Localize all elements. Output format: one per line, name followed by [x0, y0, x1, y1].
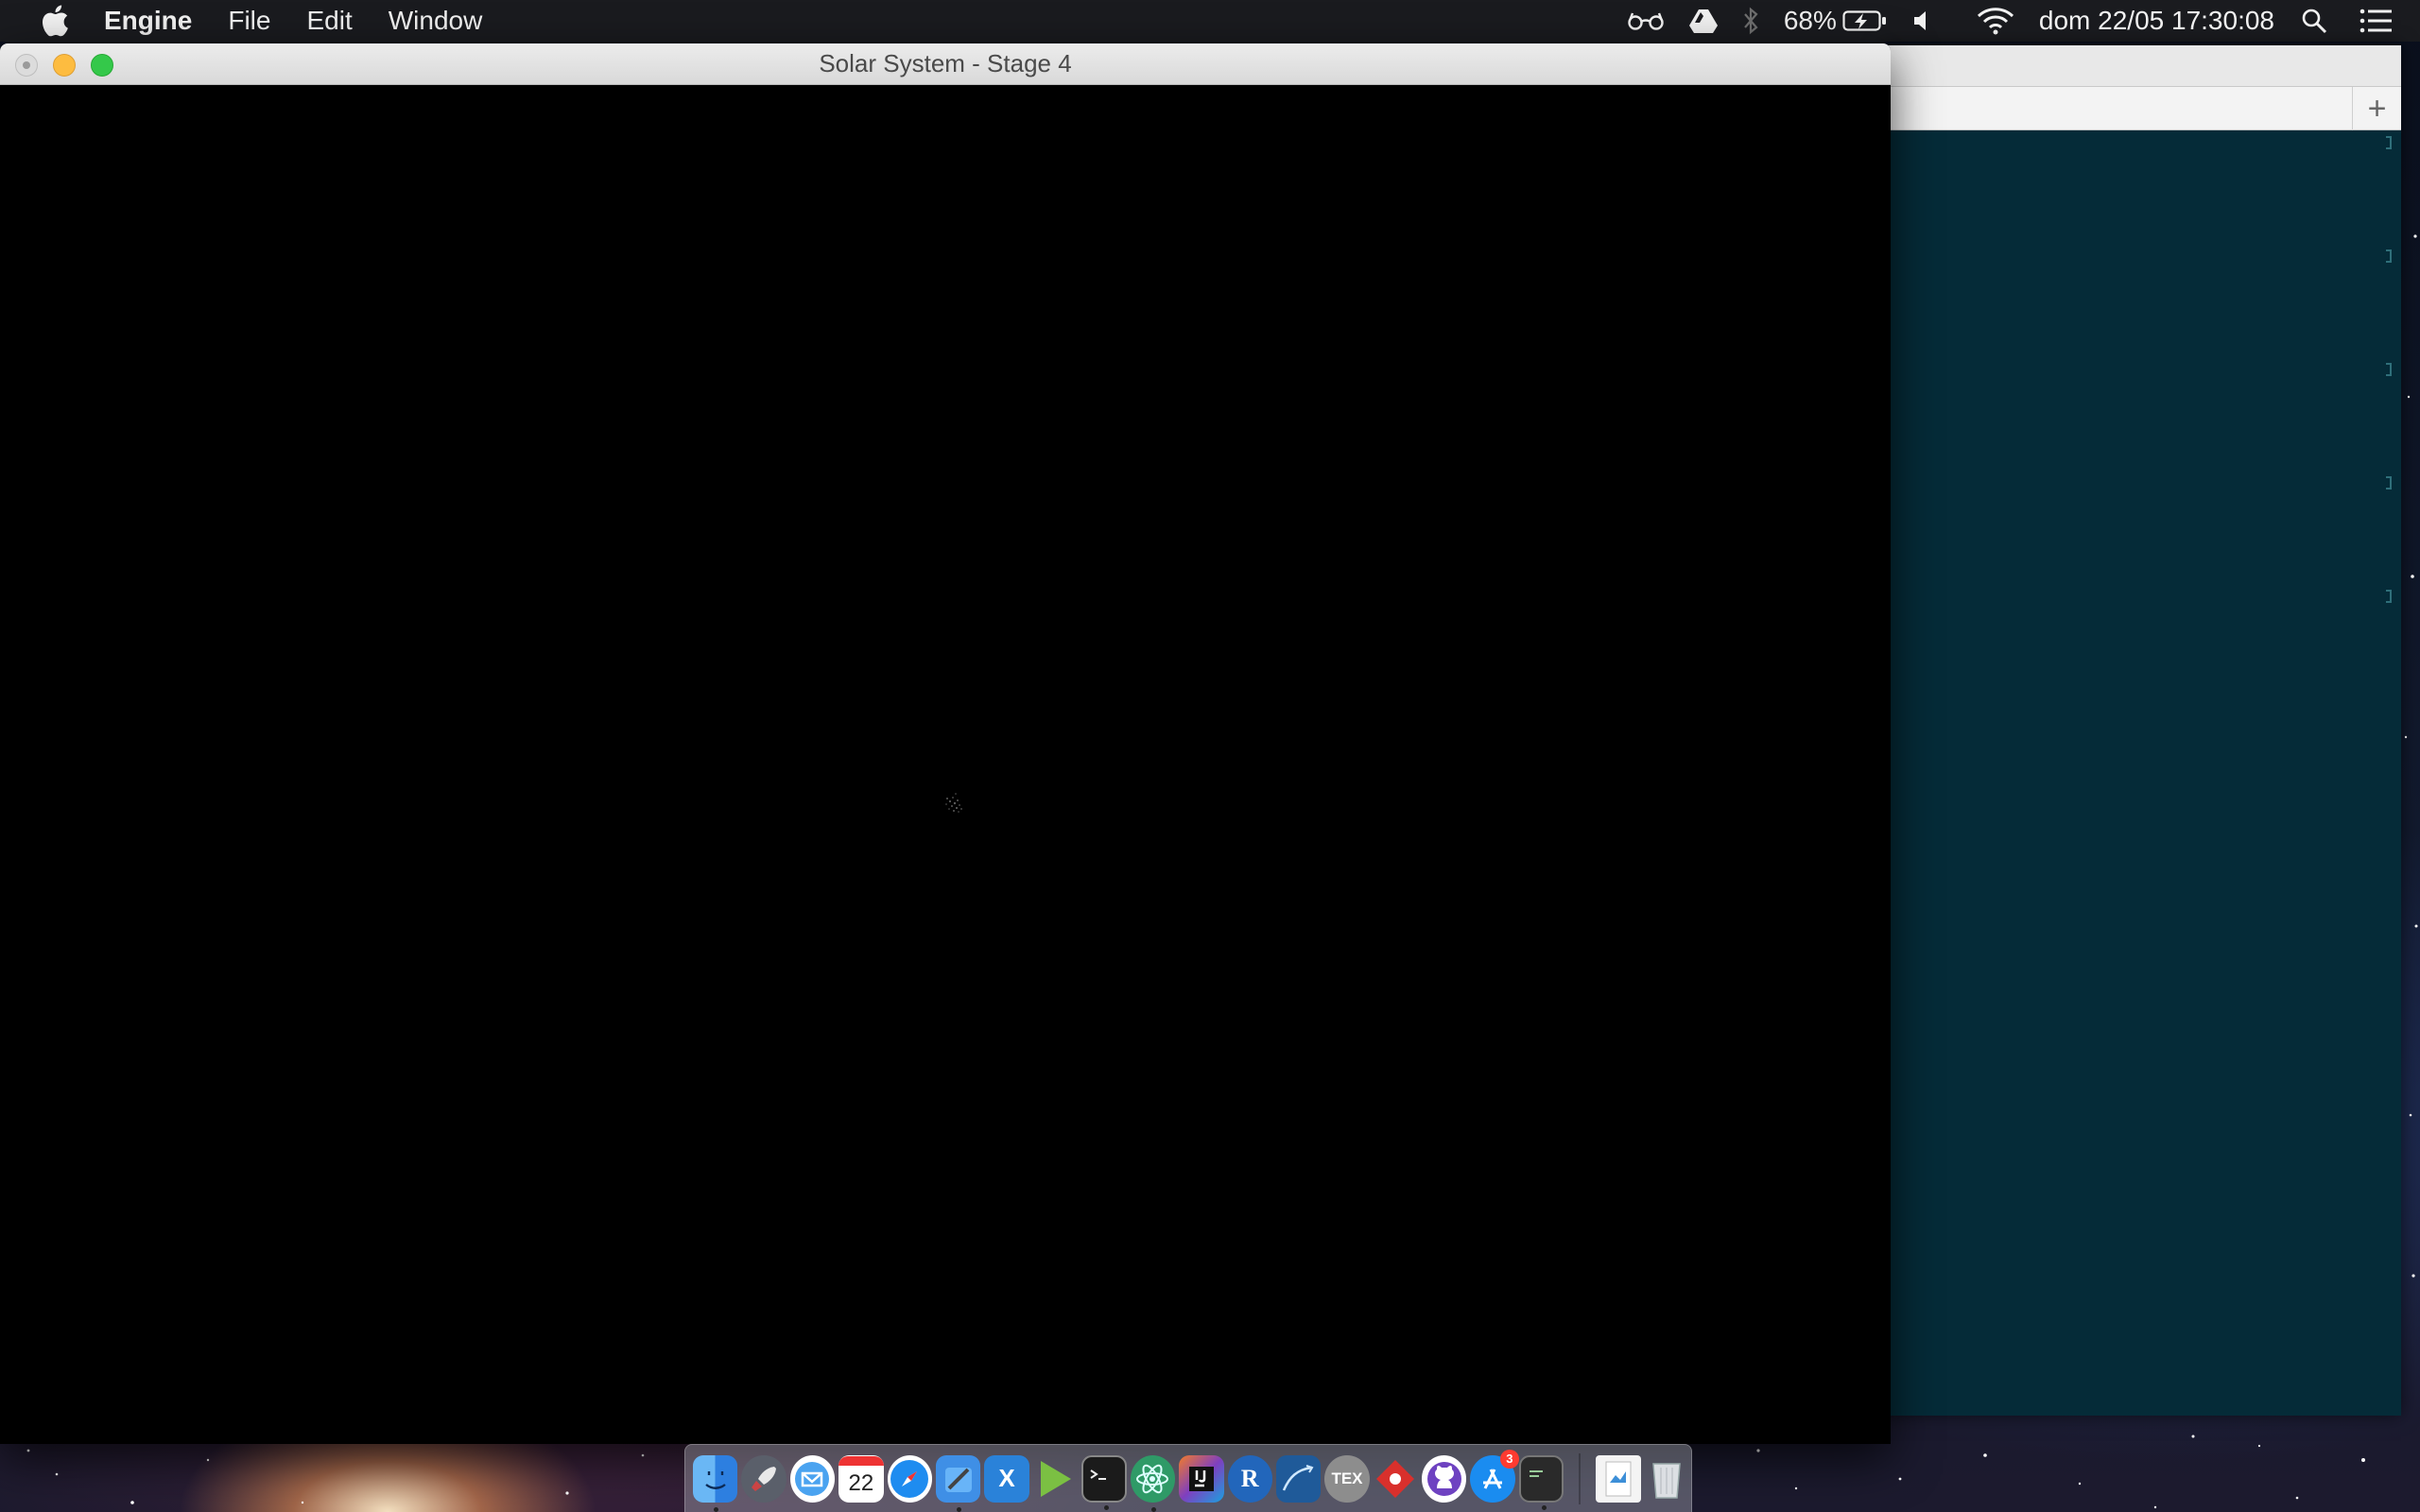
new-tab-button[interactable]: + [2352, 87, 2401, 130]
minimize-button[interactable] [53, 54, 76, 77]
fold-marker[interactable] [2386, 590, 2392, 603]
finder-icon[interactable] [693, 1454, 738, 1512]
mail-app-icon[interactable] [789, 1454, 836, 1503]
menu-bar: Engine File Edit Window 68% dom 22/05 17… [0, 0, 2420, 42]
xamarin-icon[interactable]: X [984, 1454, 1029, 1503]
calendar-icon[interactable]: 22 [838, 1454, 884, 1503]
dock: 22 X R TEX 3 [684, 1444, 1692, 1512]
wifi-icon[interactable] [1977, 0, 2014, 42]
play-app-icon[interactable] [1033, 1455, 1078, 1503]
close-button[interactable] [15, 54, 38, 77]
spotlight-search-icon[interactable] [2301, 0, 2327, 42]
notification-center-icon[interactable] [2360, 0, 2392, 42]
r-app-icon[interactable]: R [1227, 1454, 1272, 1503]
render-viewport[interactable] [0, 85, 1891, 1444]
status-tray: 68% dom 22/05 17:30:08 [1602, 0, 2392, 42]
background-editor-window[interactable]: + [1881, 45, 2401, 1416]
atom-editor-icon[interactable] [1130, 1454, 1176, 1512]
app-store-badge: 3 [1499, 1449, 1519, 1469]
bluetooth-icon[interactable] [1742, 0, 1759, 42]
terminal-icon[interactable] [1081, 1454, 1127, 1510]
distant-planet [945, 793, 962, 813]
zoom-button[interactable] [91, 54, 113, 77]
mysql-workbench-icon[interactable] [1275, 1454, 1322, 1503]
r-letter: R [1240, 1464, 1259, 1492]
reading-glasses-icon[interactable] [1627, 0, 1665, 42]
battery-charging-icon[interactable] [1842, 0, 1888, 42]
launchpad-icon[interactable] [741, 1454, 786, 1503]
battery-percent[interactable]: 68% [1784, 0, 1837, 42]
trash-icon[interactable] [1645, 1455, 1689, 1503]
github-desktop-icon[interactable] [1422, 1454, 1467, 1503]
fold-marker[interactable] [2386, 249, 2392, 263]
apple-menu-icon[interactable] [36, 2, 74, 40]
background-window-titlebar[interactable] [1881, 45, 2401, 87]
window-title: Solar System - Stage 4 [819, 49, 1072, 77]
window-menu[interactable]: Window [389, 0, 483, 42]
google-drive-icon[interactable] [1688, 0, 1718, 42]
intellij-icon[interactable] [1179, 1454, 1224, 1503]
git-client-icon[interactable] [1374, 1455, 1418, 1503]
fold-marker[interactable] [2386, 136, 2392, 149]
background-window-content[interactable] [1881, 130, 2401, 1416]
edit-menu[interactable]: Edit [306, 0, 352, 42]
document-file-icon[interactable] [1596, 1454, 1641, 1503]
file-menu[interactable]: File [228, 0, 270, 42]
app-menu[interactable]: Engine [104, 0, 192, 42]
app-store-icon[interactable]: 3 [1470, 1449, 1519, 1503]
tex-shop-icon[interactable]: TEX [1324, 1454, 1370, 1503]
console-icon[interactable] [1518, 1454, 1564, 1510]
clock[interactable]: dom 22/05 17:30:08 [2039, 0, 2274, 42]
xamarin-letter: X [998, 1464, 1015, 1492]
window-controls [15, 54, 113, 77]
xcode-icon[interactable] [935, 1454, 981, 1512]
safari-icon[interactable] [887, 1454, 932, 1503]
fold-marker[interactable] [2386, 476, 2392, 490]
calendar-day: 22 [848, 1469, 874, 1496]
dock-separator [1579, 1452, 1582, 1504]
background-window-tabbar: + [1881, 87, 2401, 130]
engine-window: Solar System - Stage 4 [0, 43, 1891, 1444]
fold-marker[interactable] [2386, 363, 2392, 376]
volume-icon[interactable] [1912, 0, 1933, 42]
window-titlebar[interactable]: Solar System - Stage 4 [0, 43, 1891, 85]
tex-label: TEX [1331, 1469, 1363, 1487]
